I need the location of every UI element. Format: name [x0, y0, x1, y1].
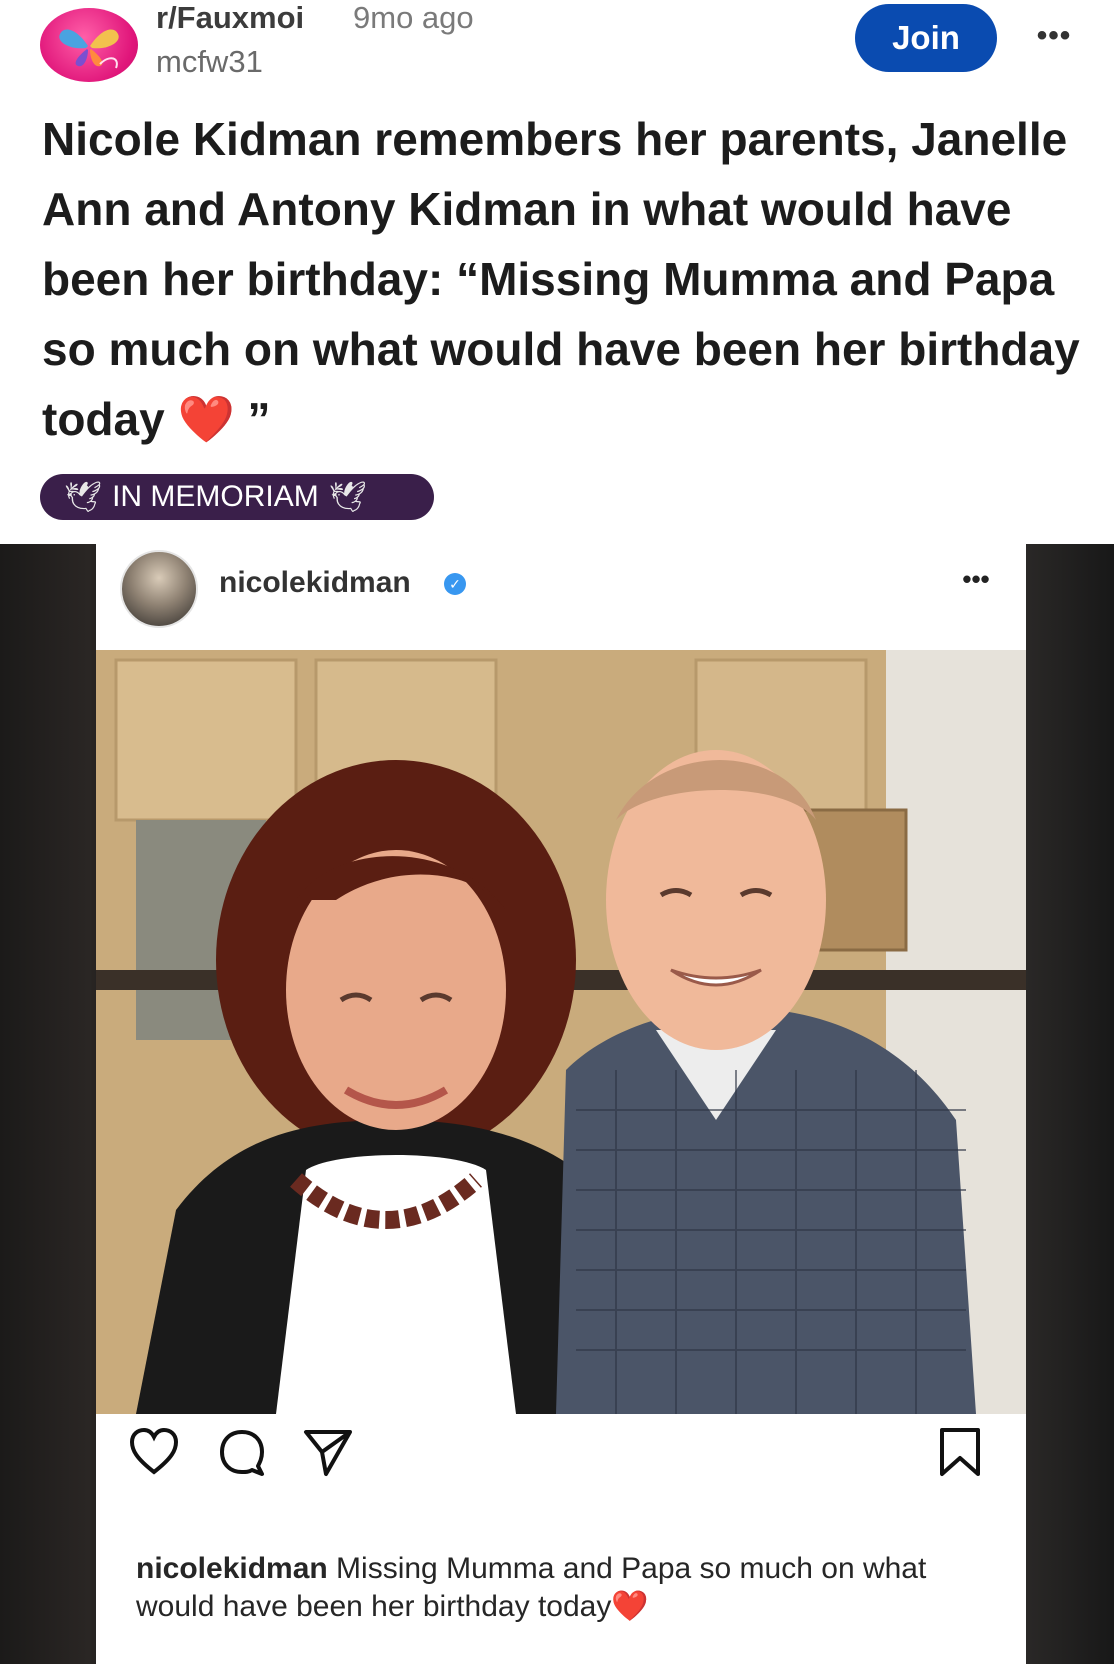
- instagram-post-card: nicolekidman ✓ ••• nicolekidman Missing …: [96, 544, 1026, 1664]
- bookmark-icon: [940, 1428, 980, 1476]
- red-heart-emoji: ❤️: [177, 393, 235, 445]
- caption-heart-emoji: ❤️: [611, 1590, 649, 1623]
- instagram-header: nicolekidman ✓ •••: [96, 544, 1026, 648]
- dove-icon: 🕊: [328, 480, 367, 514]
- post-media[interactable]: nicolekidman ✓ ••• nicolekidman Missing …: [0, 544, 1114, 1664]
- caption-username: nicolekidman: [136, 1552, 328, 1585]
- instagram-avatar: [120, 550, 198, 628]
- join-button[interactable]: Join: [855, 4, 997, 72]
- instagram-caption: nicolekidman Missing Mumma and Papa so m…: [136, 1550, 996, 1626]
- post-header: r/Fauxmoi 9mo ago mcfw31 Join •••: [0, 0, 1114, 100]
- butterfly-logo-icon: [59, 29, 119, 69]
- instagram-photo: [96, 650, 1026, 1414]
- couple-photo: [96, 650, 1026, 1414]
- verified-badge-icon: ✓: [444, 573, 466, 595]
- heart-icon: [129, 1427, 179, 1475]
- more-options-icon[interactable]: •••: [1030, 19, 1078, 52]
- dove-icon: 🕊: [64, 480, 103, 514]
- comment-icon: [220, 1430, 264, 1476]
- post-flair[interactable]: 🕊 IN MEMORIAM 🕊: [40, 474, 434, 520]
- post-title-end: ”: [234, 393, 271, 445]
- instagram-actions: [96, 1424, 1026, 1524]
- post-author[interactable]: mcfw31: [156, 44, 263, 80]
- subreddit-name[interactable]: r/Fauxmoi: [156, 0, 304, 36]
- subreddit-avatar[interactable]: [40, 8, 138, 82]
- post-title[interactable]: Nicole Kidman remembers her parents, Jan…: [42, 104, 1092, 454]
- post-age: 9mo ago: [353, 0, 474, 35]
- instagram-more-icon: •••: [962, 563, 990, 594]
- share-icon: [304, 1430, 352, 1476]
- instagram-username: nicolekidman: [219, 566, 411, 599]
- flair-label: IN MEMORIAM: [112, 480, 319, 513]
